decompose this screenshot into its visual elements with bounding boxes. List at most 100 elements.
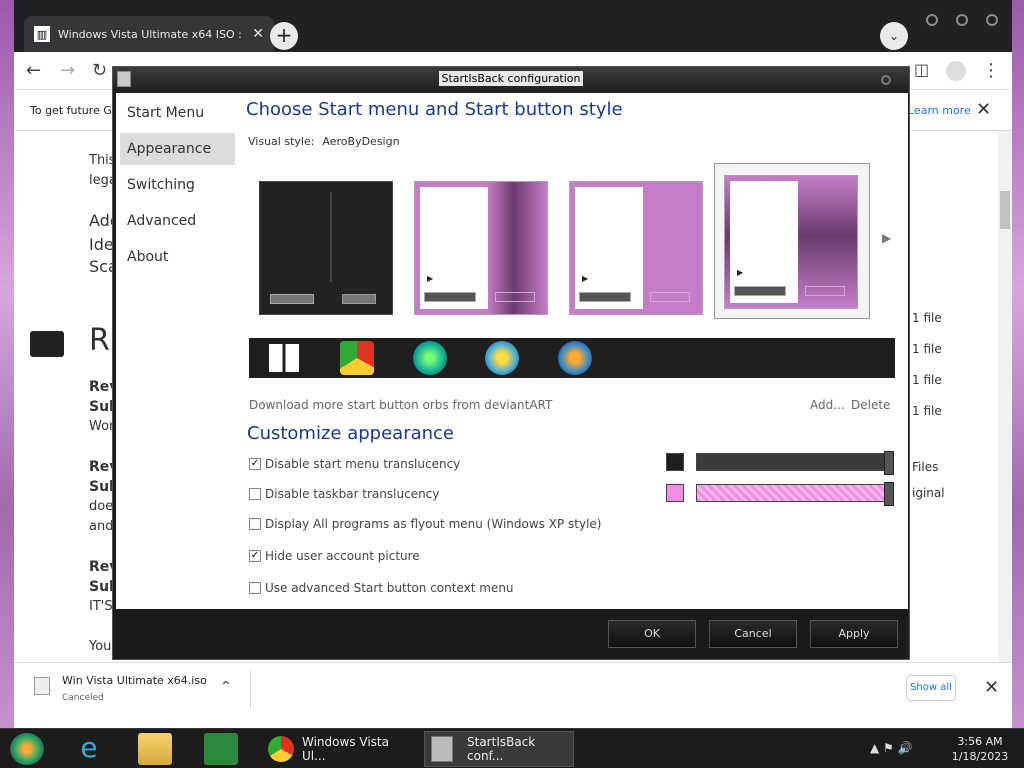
infobar-close-icon[interactable]: ✕	[976, 99, 991, 120]
arrow-icon: ▶	[737, 268, 744, 277]
nav-item-appearance[interactable]: Appearance	[120, 133, 235, 165]
option-hide-user-picture[interactable]: ✓ Hide user account picture	[249, 549, 420, 563]
nav-item-advanced[interactable]: Advanced	[120, 205, 235, 237]
thumb-menu	[730, 181, 798, 303]
taskbar-color-swatch[interactable]	[666, 484, 684, 502]
task-label: StartIsBack conf...	[467, 735, 536, 763]
file-count[interactable]: 1 file	[912, 373, 942, 387]
file-explorer-icon[interactable]	[138, 733, 172, 765]
nav-item-switching[interactable]: Switching	[120, 169, 235, 201]
ie-icon[interactable]: e	[72, 733, 106, 765]
option-disable-taskbar-translucency[interactable]: Disable taskbar translucency	[249, 487, 439, 501]
menu-color-swatch[interactable]	[666, 453, 684, 471]
side-panel-icon[interactable]: ◫	[914, 60, 929, 79]
thumb-bar	[579, 292, 631, 302]
option-label: Disable start menu translucency	[265, 457, 461, 471]
delete-orb-link[interactable]: Delete	[851, 398, 890, 412]
reviews-heading: R	[89, 323, 110, 358]
option-label: Disable taskbar translucency	[265, 487, 440, 501]
close-window-icon[interactable]	[986, 14, 998, 26]
tray-icons[interactable]: ▲ ⚑ 🔊	[870, 741, 913, 755]
dialog-close-icon[interactable]	[881, 75, 891, 85]
thumb-menu	[420, 187, 488, 309]
browser-tab[interactable]: ▥ Windows Vista Ultimate x64 ISO : Micro…	[24, 16, 274, 52]
option-label: Hide user account picture	[265, 549, 420, 563]
clock[interactable]: 3:56 AM 1/18/2023	[950, 734, 1010, 764]
infobar-message: To get future Goo	[30, 104, 126, 117]
chrome-orb-icon[interactable]	[340, 341, 374, 375]
thumb-bar	[650, 292, 690, 302]
download-bar: Win Vista Ultimate x64.iso Canceled ⌃ Sh…	[14, 662, 1012, 714]
style-thumbnail-pink-3[interactable]: ▶	[724, 175, 858, 309]
nav-item-start-menu[interactable]: Start Menu	[120, 97, 235, 129]
download-orbs-link[interactable]: Download more start button orbs from dev…	[249, 398, 552, 412]
checkbox[interactable]	[249, 518, 261, 530]
profile-avatar[interactable]	[946, 61, 966, 81]
slider-thumb[interactable]	[884, 482, 894, 506]
maximize-icon[interactable]	[956, 14, 968, 26]
arrow-icon: ▶	[427, 274, 434, 283]
page-scrollbar[interactable]	[998, 131, 1012, 662]
tab-close-icon[interactable]: ✕	[252, 26, 264, 42]
menu-translucency-slider[interactable]	[696, 451, 894, 475]
checkbox[interactable]: ✓	[249, 550, 261, 562]
style-thumbnail-dark[interactable]	[259, 181, 393, 315]
download-bar-close-icon[interactable]: ✕	[984, 677, 999, 698]
reload-icon[interactable]: ↻	[92, 60, 107, 81]
option-disable-start-menu-translucency[interactable]: ✓ Disable start menu translucency	[249, 457, 460, 471]
back-icon[interactable]: ←	[26, 60, 41, 81]
chrome-icon	[268, 736, 294, 762]
vista-orb-icon[interactable]	[485, 341, 519, 375]
taskbar-task-chrome[interactable]: Windows Vista Ul...	[262, 731, 412, 767]
file-count[interactable]: 1 file	[912, 404, 942, 418]
scrollbar-thumb[interactable]	[1000, 191, 1010, 229]
apply-button[interactable]: Apply	[810, 620, 898, 648]
start-orb-icon[interactable]	[10, 733, 44, 765]
checkbox[interactable]: ✓	[249, 458, 261, 470]
add-orb-link[interactable]: Add...	[810, 398, 845, 412]
option-flyout-all-programs[interactable]: Display All programs as flyout menu (Win…	[249, 517, 601, 531]
checkbox[interactable]	[249, 488, 261, 500]
review-label: IT'S	[89, 599, 113, 614]
desktop-wallpaper-left	[0, 0, 14, 728]
archive-favicon-icon: ▥	[34, 26, 50, 42]
tab-search-button[interactable]: ⌄	[880, 22, 908, 50]
windows8-orb-icon[interactable]	[269, 344, 299, 372]
style-thumbnail-pink-2[interactable]: ▶	[569, 181, 703, 315]
start-orb-bar	[249, 338, 895, 378]
new-tab-button[interactable]: +	[270, 22, 298, 50]
style-thumbnail-pink-1[interactable]: ▶	[414, 181, 548, 315]
checkbox[interactable]	[249, 582, 261, 594]
review-label: You	[89, 639, 112, 654]
file-count[interactable]: 1 file	[912, 311, 942, 325]
cancel-button[interactable]: Cancel	[709, 620, 797, 648]
thumb-bar	[734, 286, 786, 296]
clock-date: 1/18/2023	[951, 750, 1009, 763]
review-label: and	[89, 519, 114, 534]
file-count[interactable]: 1 file	[912, 342, 942, 356]
menu-kebab-icon[interactable]: ⋮	[982, 60, 1000, 81]
option-label: Display All programs as flyout menu (Win…	[265, 517, 602, 531]
taskbar-translucency-slider[interactable]	[696, 482, 894, 506]
forward-icon[interactable]: →	[60, 60, 75, 81]
file-count[interactable]: iginal	[912, 486, 945, 500]
startisback-icon	[431, 736, 453, 762]
win7-orb-icon[interactable]	[558, 341, 592, 375]
taskbar-task-startisback[interactable]: StartIsBack conf...	[424, 731, 574, 767]
arrow-icon: ▶	[582, 274, 589, 283]
learn-more-link[interactable]: Learn more	[908, 104, 971, 117]
slider-thumb[interactable]	[884, 451, 894, 475]
minimize-icon[interactable]	[926, 14, 938, 26]
ok-button[interactable]: OK	[608, 620, 696, 648]
nav-item-about[interactable]: About	[120, 241, 235, 273]
next-styles-icon[interactable]: ▶	[882, 231, 891, 245]
style-heading: Choose Start menu and Start button style	[246, 99, 623, 120]
review-label: doe	[89, 499, 114, 514]
file-count[interactable]: Files	[912, 460, 938, 474]
option-advanced-context-menu[interactable]: Use advanced Start button context menu	[249, 581, 514, 595]
store-icon[interactable]	[204, 733, 238, 765]
show-all-button[interactable]: Show all	[906, 675, 956, 701]
download-filename[interactable]: Win Vista Ultimate x64.iso	[62, 674, 207, 687]
chevron-up-icon[interactable]: ⌃	[220, 679, 232, 695]
clover-orb-icon[interactable]	[413, 341, 447, 375]
